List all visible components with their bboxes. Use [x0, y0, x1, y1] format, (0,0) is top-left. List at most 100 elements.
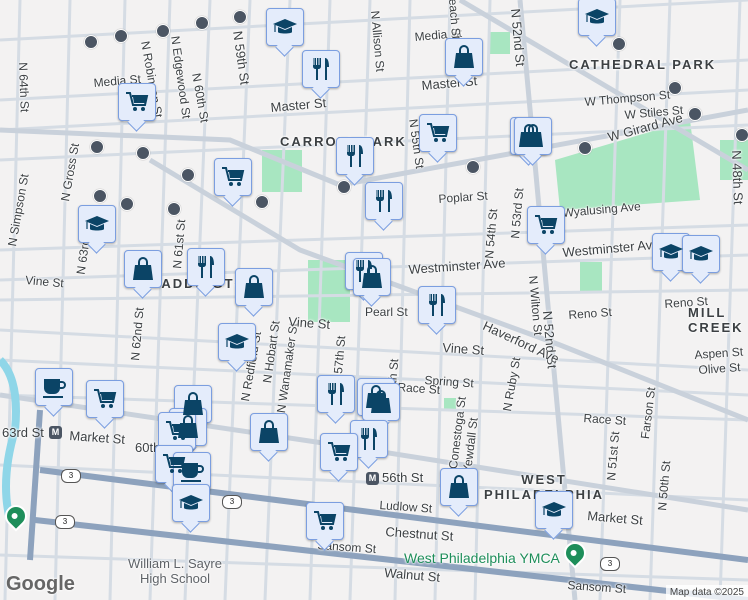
fork-knife-icon: [361, 428, 377, 450]
shopping-bag-icon: [362, 265, 382, 288]
transit-stop-icon[interactable]: [578, 141, 592, 155]
place-label-sayre-high-school[interactable]: William L. Sayre High School: [120, 556, 230, 586]
street-label: Pearl St: [365, 305, 408, 319]
shopping-bag-icon: [523, 124, 543, 147]
grocery-marker[interactable]: [419, 114, 457, 152]
graduation-cap-icon: [225, 334, 249, 349]
graduation-cap-icon: [659, 244, 683, 259]
fork-knife-icon: [328, 383, 344, 405]
grocery-marker[interactable]: [214, 158, 252, 196]
place-label-ymca[interactable]: West Philadelphia YMCA: [404, 550, 560, 566]
shopping-bag-icon: [449, 475, 469, 498]
transit-stop-icon[interactable]: [136, 146, 150, 160]
restaurant-marker[interactable]: [302, 50, 340, 88]
transit-stop-icon[interactable]: [466, 160, 480, 174]
transit-stop-icon[interactable]: [156, 24, 170, 38]
restaurant-marker[interactable]: [365, 182, 403, 220]
grocery-marker[interactable]: [306, 502, 344, 540]
restaurant-marker[interactable]: [187, 248, 225, 286]
map-attribution[interactable]: Map data ©2025: [665, 585, 748, 600]
shopping-cart-icon: [94, 389, 117, 408]
graduation-cap-icon: [585, 9, 609, 24]
grocery-marker[interactable]: [527, 206, 565, 244]
transit-stop-icon[interactable]: [167, 202, 181, 216]
restaurant-marker[interactable]: [336, 137, 374, 175]
google-logo: Google: [6, 573, 75, 595]
fork-knife-icon: [347, 145, 363, 167]
school-marker[interactable]: [78, 205, 116, 243]
street-label: Olive St: [698, 360, 741, 377]
transit-stop-icon[interactable]: [688, 107, 702, 121]
shopping-cart-icon: [314, 511, 337, 530]
route-3-shield: 3: [600, 557, 620, 571]
graduation-cap-icon: [689, 246, 713, 261]
graduation-cap-icon: [179, 495, 203, 510]
fork-knife-icon: [376, 190, 392, 212]
street-label: Vine St: [441, 340, 485, 358]
grocery-marker[interactable]: [86, 380, 124, 418]
transit-stop-icon[interactable]: [612, 37, 626, 51]
street-label: 63rd St: [2, 425, 44, 440]
school-marker[interactable]: [578, 0, 616, 36]
school-marker[interactable]: [535, 491, 573, 529]
transit-stop-icon[interactable]: [84, 35, 98, 49]
metro-station-icon[interactable]: M: [49, 426, 62, 439]
metro-station-icon[interactable]: M: [366, 472, 379, 485]
shopping-cart-icon: [126, 92, 149, 111]
restaurant-marker[interactable]: [317, 375, 355, 413]
shopping-cart-icon: [222, 167, 245, 186]
street-label: 56th St: [382, 470, 424, 485]
shopping-bag-icon: [244, 275, 264, 298]
fork-knife-icon: [313, 58, 329, 80]
school-marker[interactable]: [266, 8, 304, 46]
street-label: N 64th St: [16, 62, 32, 113]
transit-stop-icon[interactable]: [120, 197, 134, 211]
transit-stop-icon[interactable]: [195, 16, 209, 30]
transit-stop-icon[interactable]: [668, 81, 682, 95]
shopping-marker[interactable]: [362, 383, 400, 421]
transit-stop-icon[interactable]: [233, 10, 247, 24]
street-label: N 48th St: [729, 150, 746, 205]
route-3-shield: 3: [222, 495, 242, 509]
transit-stop-icon[interactable]: [735, 128, 748, 142]
school-marker[interactable]: [172, 484, 210, 522]
shopping-bag-icon: [371, 390, 391, 413]
shopping-marker[interactable]: [445, 38, 483, 76]
shopping-marker[interactable]: [353, 258, 391, 296]
route-3-shield: 3: [61, 469, 81, 483]
fork-knife-icon: [429, 294, 445, 316]
graduation-cap-icon: [273, 19, 297, 34]
street-label: Race St: [583, 411, 627, 428]
school-marker[interactable]: [218, 323, 256, 361]
shopping-marker[interactable]: [514, 117, 552, 155]
shopping-cart-icon: [328, 442, 351, 461]
transit-stop-icon[interactable]: [337, 180, 351, 194]
shopping-cart-icon: [535, 215, 558, 234]
neighborhood-label: CATHEDRAL PARK: [569, 57, 717, 72]
grocery-marker[interactable]: [118, 83, 156, 121]
shopping-marker[interactable]: [235, 268, 273, 306]
shopping-bag-icon: [454, 45, 474, 68]
shopping-cart-icon: [166, 421, 189, 440]
coffee-cup-icon: [43, 379, 66, 398]
school-marker[interactable]: [682, 235, 720, 273]
transit-stop-icon[interactable]: [114, 29, 128, 43]
neighborhood-label: MILL CREEK: [688, 305, 744, 335]
coffee-cup-icon: [181, 463, 204, 482]
restaurant-marker[interactable]: [418, 286, 456, 324]
shopping-marker[interactable]: [124, 250, 162, 288]
grocery-marker[interactable]: [320, 433, 358, 471]
street-label: Race St: [397, 380, 441, 397]
shopping-marker[interactable]: [440, 468, 478, 506]
shopping-bag-icon: [259, 420, 279, 443]
shopping-marker[interactable]: [250, 413, 288, 451]
graduation-cap-icon: [542, 502, 566, 517]
fork-knife-icon: [198, 256, 214, 278]
street-label: Vine St: [287, 314, 331, 332]
transit-stop-icon[interactable]: [90, 140, 104, 154]
transit-stop-icon[interactable]: [181, 168, 195, 182]
shopping-bag-icon: [133, 257, 153, 280]
transit-stop-icon[interactable]: [255, 195, 269, 209]
transit-stop-icon[interactable]: [93, 189, 107, 203]
cafe-marker[interactable]: [35, 368, 73, 406]
